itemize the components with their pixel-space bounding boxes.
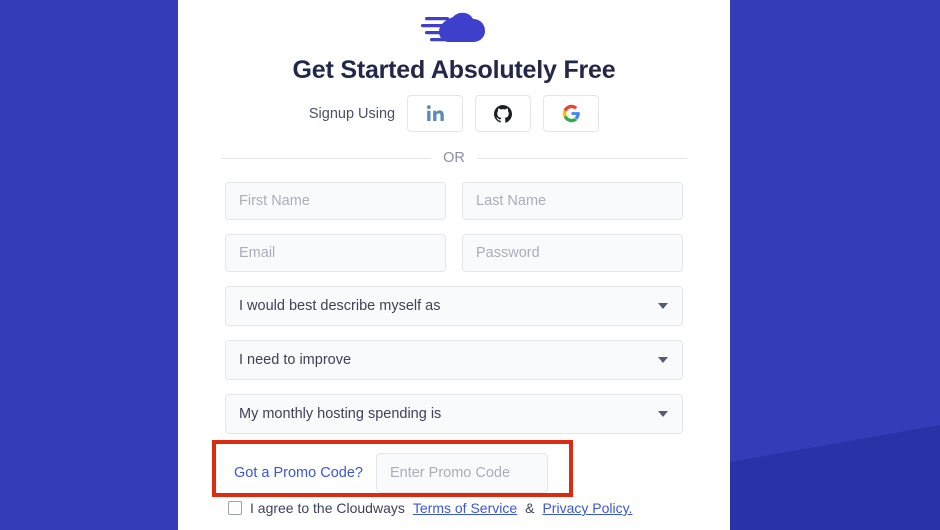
- google-icon: [562, 104, 580, 123]
- terms-agreement-text: I agree to the Cloudways: [250, 500, 405, 516]
- background-diagonal-wedge: [730, 425, 940, 530]
- describe-myself-select-wrap: I would best describe myself as: [225, 286, 683, 326]
- github-signup-button[interactable]: [475, 95, 532, 132]
- or-label: OR: [443, 150, 465, 166]
- describe-myself-select-value: I would best describe myself as: [239, 298, 441, 314]
- signup-page: Get Started Absolutely Free Signup Using: [0, 0, 940, 530]
- signup-form: I would best describe myself as I need t…: [225, 182, 683, 448]
- brand-logo: [419, 6, 489, 50]
- divider-line-right: [476, 157, 687, 159]
- email-input[interactable]: [225, 234, 446, 272]
- privacy-policy-link[interactable]: Privacy Policy.: [542, 500, 632, 516]
- linkedin-signup-button[interactable]: [407, 95, 464, 132]
- or-divider: OR: [221, 150, 687, 166]
- linkedin-icon: [426, 105, 444, 122]
- terms-separator: &: [525, 500, 535, 516]
- cloudways-cloud-logo: [421, 12, 485, 43]
- google-signup-button[interactable]: [543, 95, 600, 132]
- need-to-improve-select[interactable]: I need to improve: [225, 340, 683, 380]
- terms-agreement-checkbox[interactable]: [228, 501, 242, 515]
- password-input[interactable]: [462, 234, 683, 272]
- social-signup-row: Signup Using: [308, 95, 600, 132]
- social-signup-label: Signup Using: [308, 105, 396, 122]
- promo-code-input[interactable]: [375, 453, 548, 493]
- first-name-input[interactable]: [225, 182, 446, 220]
- last-name-input[interactable]: [462, 182, 683, 220]
- terms-of-service-link[interactable]: Terms of Service: [413, 500, 517, 516]
- name-row: [225, 182, 683, 220]
- terms-agreement-row: I agree to the Cloudways Terms of Servic…: [228, 500, 632, 516]
- github-icon: [494, 104, 513, 123]
- need-to-improve-select-value: I need to improve: [239, 352, 352, 368]
- need-to-improve-select-wrap: I need to improve: [225, 340, 683, 380]
- page-title: Get Started Absolutely Free: [292, 56, 616, 84]
- monthly-spending-select[interactable]: My monthly hosting spending is: [225, 394, 683, 434]
- divider-line-left: [221, 157, 432, 159]
- describe-myself-select[interactable]: I would best describe myself as: [225, 286, 683, 326]
- monthly-spending-select-value: My monthly hosting spending is: [239, 406, 442, 422]
- credentials-row: [225, 234, 683, 272]
- signup-card: Get Started Absolutely Free Signup Using: [178, 0, 730, 530]
- promo-code-link[interactable]: Got a Promo Code?: [234, 465, 363, 481]
- monthly-spending-select-wrap: My monthly hosting spending is: [225, 394, 683, 434]
- promo-code-row: Got a Promo Code?: [234, 453, 548, 493]
